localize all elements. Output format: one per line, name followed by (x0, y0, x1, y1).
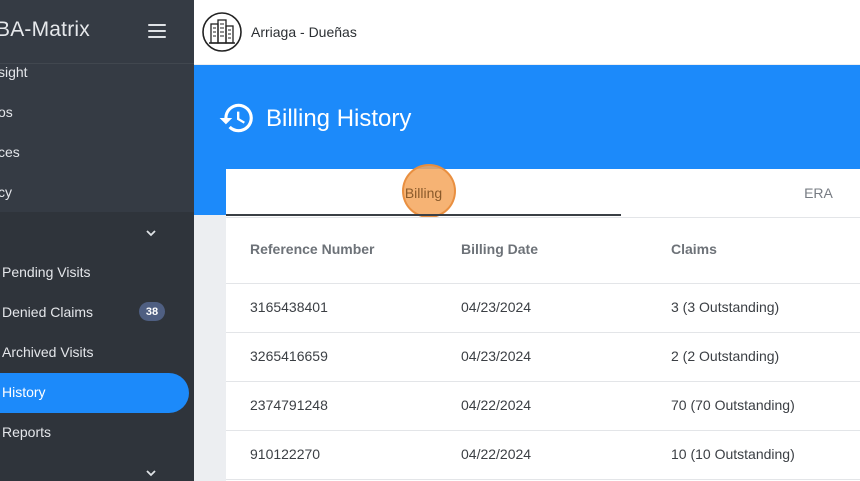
sidebar-item-top-4[interactable]: cy (0, 172, 12, 212)
row-divider (226, 430, 860, 431)
page-title: Billing History (266, 105, 412, 132)
top-bar: Arriaga - Dueñas (194, 0, 860, 64)
sidebar-header: BA-Matrix (0, 0, 194, 64)
sidebar-item-pending-visits[interactable]: Pending Visits (2, 252, 90, 292)
tab-era[interactable]: ERA (621, 169, 860, 217)
cell-billing-date: 04/22/2024 (461, 397, 532, 413)
cell-billing-date: 04/23/2024 (461, 348, 532, 364)
cell-claims: 2 (2 Outstanding) (671, 348, 780, 364)
cell-reference-number: 2374791248 (250, 397, 328, 413)
denied-claims-count-badge: 38 (139, 302, 165, 321)
history-icon (219, 103, 253, 133)
column-header-reference-number[interactable]: Reference Number (250, 241, 375, 257)
sidebar-item-reports[interactable]: Reports (2, 412, 51, 452)
sidebar: BA-Matrix sight os ces cy Pending Visits… (0, 0, 194, 481)
cell-reference-number: 3265416659 (250, 348, 328, 364)
column-header-billing-date[interactable]: Billing Date (461, 241, 538, 257)
sidebar-item-top-3[interactable]: ces (0, 132, 20, 172)
sidebar-item-insight[interactable]: sight (0, 52, 28, 92)
building-logo-icon (202, 12, 242, 52)
tab-billing-label: Billing (404, 185, 443, 201)
cell-claims: 10 (10 Outstanding) (671, 446, 795, 462)
organization-name[interactable]: Arriaga - Dueñas (251, 24, 357, 40)
chevron-down-icon[interactable] (145, 227, 157, 239)
sidebar-item-top-2[interactable]: os (0, 92, 13, 132)
cell-reference-number: 3165438401 (250, 299, 328, 315)
row-divider (226, 332, 860, 333)
chevron-down-icon[interactable] (145, 467, 157, 479)
cell-billing-date: 04/22/2024 (461, 446, 532, 462)
sidebar-item-history[interactable]: History (2, 372, 46, 412)
column-header-claims[interactable]: Claims (671, 241, 717, 257)
sidebar-section-top (0, 64, 194, 212)
sidebar-item-denied-claims[interactable]: Denied Claims (2, 292, 93, 332)
row-divider (226, 479, 860, 480)
row-divider (226, 283, 860, 284)
tab-era-label: ERA (804, 185, 833, 201)
cell-claims: 70 (70 Outstanding) (671, 397, 795, 413)
hamburger-menu-icon[interactable] (148, 24, 166, 39)
cell-reference-number: 910122270 (250, 446, 321, 462)
tab-billing[interactable]: Billing (226, 169, 621, 217)
billing-history-card: Billing ERA Reference Number Billing Dat… (226, 164, 860, 481)
tab-divider (226, 217, 860, 218)
sidebar-item-archived-visits[interactable]: Archived Visits (2, 332, 94, 372)
cell-billing-date: 04/23/2024 (461, 299, 532, 315)
app-brand[interactable]: BA-Matrix (0, 18, 90, 42)
active-tab-underline (226, 214, 621, 216)
cell-claims: 3 (3 Outstanding) (671, 299, 780, 315)
row-divider (226, 381, 860, 382)
